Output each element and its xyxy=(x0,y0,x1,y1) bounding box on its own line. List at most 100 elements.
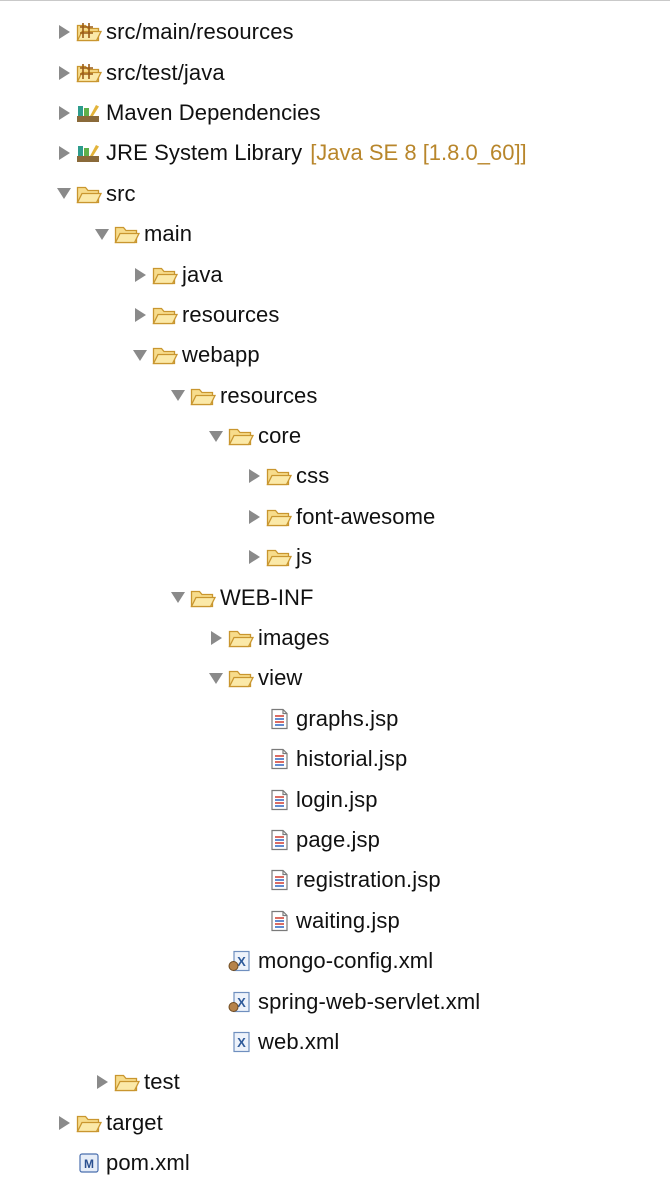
triangle-shape xyxy=(248,509,260,524)
folder-icon xyxy=(266,506,293,528)
expanded-arrow-icon[interactable] xyxy=(94,226,110,242)
tree-item-spring-web-servlet-xml[interactable]: Xspring-web-servlet.xml xyxy=(0,981,670,1021)
library-icon xyxy=(76,142,102,164)
jsp-file-icon xyxy=(266,789,292,811)
tree-item-label: JRE System Library xyxy=(106,140,303,166)
folder-icon xyxy=(228,627,255,649)
triangle-shape xyxy=(171,390,185,402)
expanded-arrow-icon[interactable] xyxy=(170,590,186,606)
tree-item-label: waiting.jsp xyxy=(296,907,400,933)
tree-item-font-awesome[interactable]: font-awesome xyxy=(0,497,670,537)
tree-item-historial-jsp[interactable]: historial.jsp xyxy=(0,739,670,779)
expanded-arrow-icon[interactable] xyxy=(208,428,224,444)
tree-item-resources[interactable]: resources xyxy=(0,295,670,335)
collapsed-arrow-icon[interactable] xyxy=(56,145,72,161)
collapsed-arrow-icon[interactable] xyxy=(56,65,72,81)
triangle-shape xyxy=(248,469,260,484)
collapsed-arrow-icon[interactable] xyxy=(94,1074,110,1090)
tree-item-label: core xyxy=(258,423,302,449)
tree-item-view[interactable]: view xyxy=(0,658,670,698)
collapsed-arrow-icon[interactable] xyxy=(56,24,72,40)
folder-icon xyxy=(76,1112,103,1134)
tree-item-label: src/test/java xyxy=(106,59,225,85)
folder-icon xyxy=(190,587,217,609)
tree-item-registration-jsp[interactable]: registration.jsp xyxy=(0,860,670,900)
tree-item-label: WEB-INF xyxy=(220,584,314,610)
package-icon xyxy=(76,21,103,43)
tree-item-label: test xyxy=(144,1069,180,1095)
tree-item-mongo-config-xml[interactable]: Xmongo-config.xml xyxy=(0,941,670,981)
folder-icon xyxy=(228,667,255,689)
tree-item-label: main xyxy=(144,221,193,247)
tree-item-core[interactable]: core xyxy=(0,416,670,456)
tree-item-css[interactable]: css xyxy=(0,456,670,496)
expanded-arrow-icon[interactable] xyxy=(132,347,148,363)
tree-item-label: css xyxy=(296,463,330,489)
collapsed-arrow-icon[interactable] xyxy=(56,1115,72,1131)
tree-item-java[interactable]: java xyxy=(0,254,670,294)
tree-item-label: pom.xml xyxy=(106,1150,190,1176)
tree-item-jre-system-library[interactable]: JRE System Library [Java SE 8 [1.8.0_60]] xyxy=(0,133,670,173)
tree-item-test[interactable]: test xyxy=(0,1062,670,1102)
tree-item-label: page.jsp xyxy=(296,827,380,852)
tree-item-maven-dependencies[interactable]: Maven Dependencies xyxy=(0,93,670,133)
triangle-shape xyxy=(95,228,109,240)
collapsed-arrow-icon[interactable] xyxy=(246,509,262,525)
folder-icon xyxy=(228,425,255,447)
tree-item-label: web.xml xyxy=(258,1028,340,1054)
tree-item-label: login.jsp xyxy=(296,786,378,812)
svg-text:X: X xyxy=(237,995,246,1010)
triangle-shape xyxy=(248,550,260,565)
collapsed-arrow-icon[interactable] xyxy=(56,105,72,121)
folder-icon xyxy=(266,465,293,487)
folder-icon xyxy=(266,546,293,568)
tree-item-webapp[interactable]: webapp xyxy=(0,335,670,375)
triangle-shape xyxy=(96,1075,108,1090)
triangle-shape xyxy=(210,631,222,646)
svg-text:X: X xyxy=(237,954,246,969)
jsp-file-icon xyxy=(266,829,292,851)
tree-item-label: resources xyxy=(220,382,318,408)
expanded-arrow-icon[interactable] xyxy=(56,186,72,202)
folder-icon xyxy=(152,344,179,366)
tree-item-pom-xml[interactable]: Mpom.xml xyxy=(0,1143,670,1183)
tree-item-src-main-resources[interactable]: src/main/resources xyxy=(0,12,670,52)
package-icon xyxy=(76,62,103,84)
tree-item-label: images xyxy=(258,625,330,651)
expanded-arrow-icon[interactable] xyxy=(170,388,186,404)
folder-icon xyxy=(76,183,103,205)
collapsed-arrow-icon[interactable] xyxy=(208,630,224,646)
tree-item-resources[interactable]: resources xyxy=(0,376,670,416)
tree-item-page-jsp[interactable]: page.jsp xyxy=(0,820,670,860)
triangle-shape xyxy=(134,307,146,322)
tree-item-label: spring-web-servlet.xml xyxy=(258,988,481,1014)
collapsed-arrow-icon[interactable] xyxy=(132,267,148,283)
collapsed-arrow-icon[interactable] xyxy=(246,549,262,565)
triangle-shape xyxy=(58,1115,70,1130)
tree-item-target[interactable]: target xyxy=(0,1103,670,1143)
tree-item-web-xml[interactable]: Xweb.xml xyxy=(0,1022,670,1062)
jsp-file-icon xyxy=(266,708,292,730)
tree-item-main[interactable]: main xyxy=(0,214,670,254)
triangle-shape xyxy=(58,65,70,80)
tree-item-label: resources xyxy=(182,301,280,327)
tree-item-js[interactable]: js xyxy=(0,537,670,577)
tree-item-label: historial.jsp xyxy=(296,746,408,772)
folder-icon xyxy=(114,223,141,245)
tree-item-label: webapp xyxy=(182,342,260,368)
jsp-file-icon xyxy=(266,748,292,770)
collapsed-arrow-icon[interactable] xyxy=(246,468,262,484)
collapsed-arrow-icon[interactable] xyxy=(132,307,148,323)
tree-item-images[interactable]: images xyxy=(0,618,670,658)
tree-item-web-inf[interactable]: WEB-INF xyxy=(0,577,670,617)
tree-item-waiting-jsp[interactable]: waiting.jsp xyxy=(0,901,670,941)
tree-item-label: js xyxy=(296,544,313,570)
tree-item-login-jsp[interactable]: login.jsp xyxy=(0,779,670,819)
tree-item-src-test-java[interactable]: src/test/java xyxy=(0,52,670,92)
expanded-arrow-icon[interactable] xyxy=(208,670,224,686)
tree-item-label: view xyxy=(258,665,303,691)
tree-item-graphs-jsp[interactable]: graphs.jsp xyxy=(0,699,670,739)
spring-xml-icon: X xyxy=(228,950,254,972)
tree-item-src[interactable]: src xyxy=(0,174,670,214)
maven-pom-icon: M xyxy=(76,1152,102,1174)
